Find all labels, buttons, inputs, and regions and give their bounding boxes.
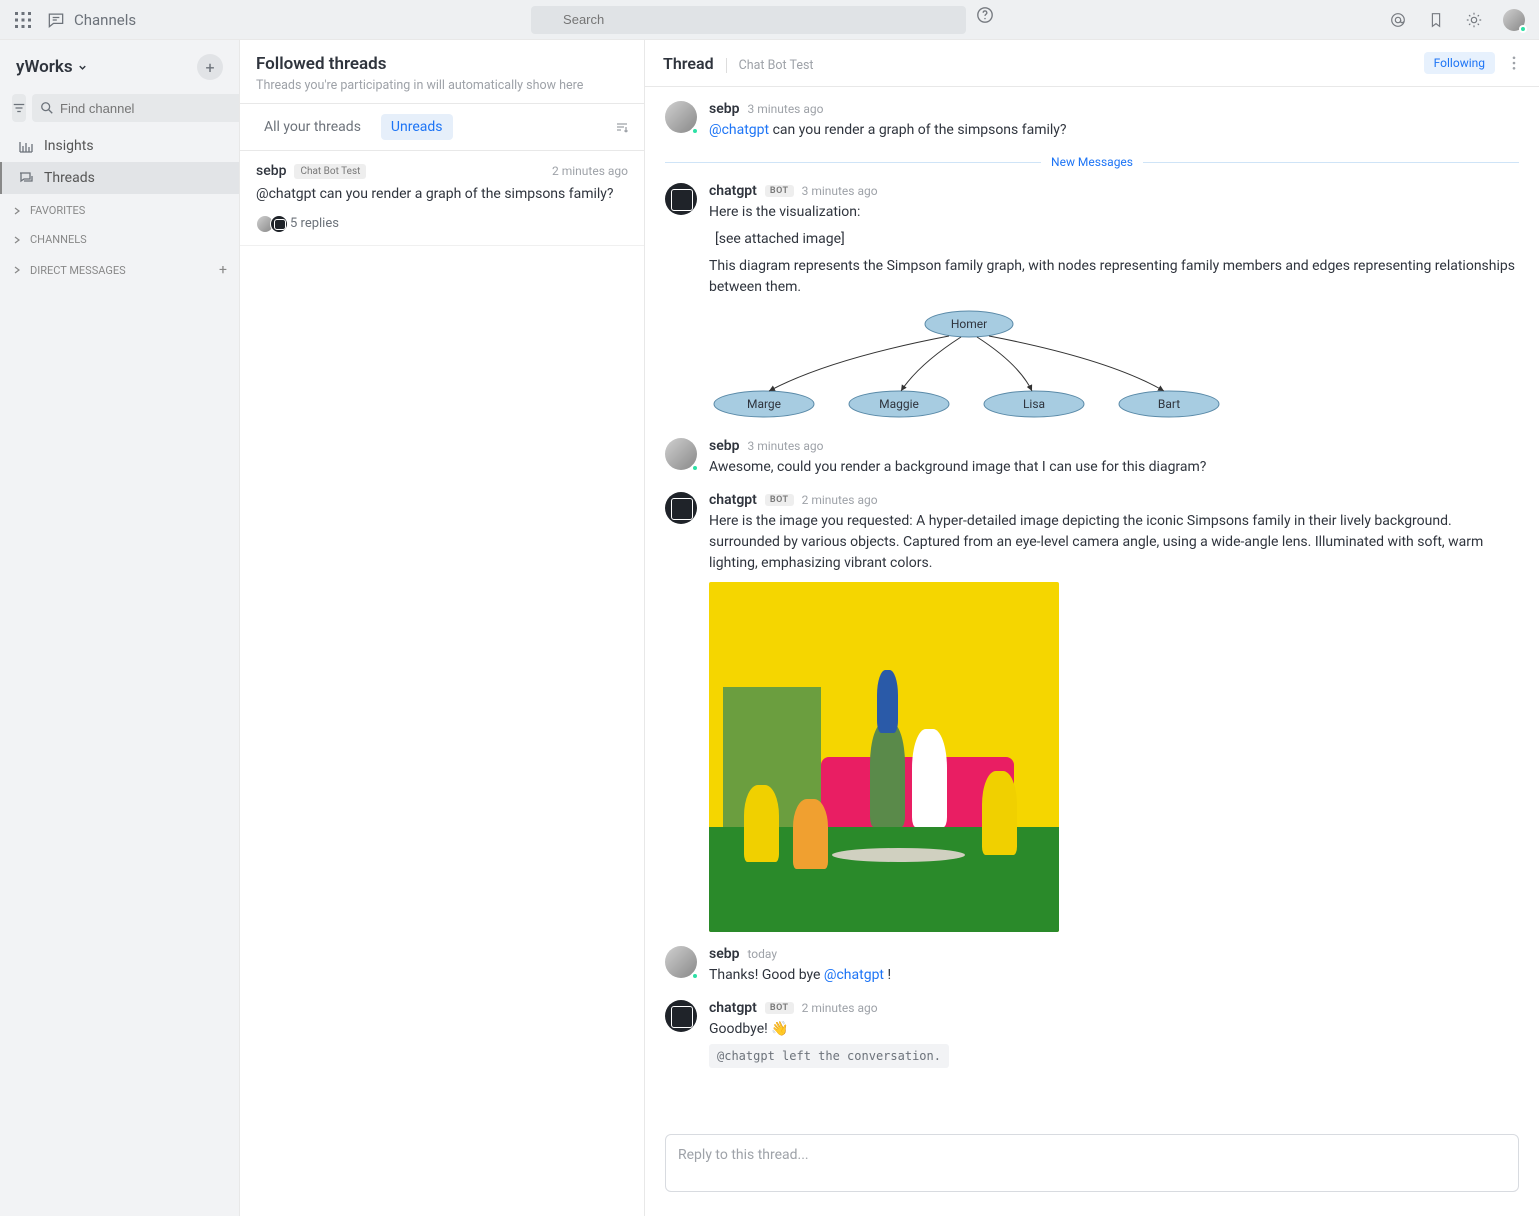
message-avatar-bot[interactable] [665,183,697,215]
message-author: sebp [709,101,739,117]
reply-input[interactable] [665,1134,1519,1192]
new-messages-divider: New Messages [665,155,1519,169]
filter-icon [12,101,26,115]
thread-item[interactable]: sebp Chat Bot Test 2 minutes ago @chatgp… [240,151,644,246]
message-avatar-bot[interactable] [665,1000,697,1032]
workspace-name: yWorks [16,57,73,77]
message-timestamp: 3 minutes ago [747,102,823,116]
bot-badge: BOT [765,494,794,506]
detail-room: Chat Bot Test [726,58,814,73]
filter-button[interactable] [12,94,26,122]
message-text: Awesome, could you render a background i… [709,457,1519,478]
system-message: @chatgpt left the conversation. [709,1044,949,1068]
tab-all-threads[interactable]: All your threads [254,114,371,140]
bot-badge: BOT [765,1002,794,1014]
search-icon [40,101,54,115]
section-label: DIRECT MESSAGES [30,264,126,277]
message-author: chatgpt [709,183,757,199]
insights-icon [18,138,34,154]
reply-avatar-bot [270,215,288,233]
kebab-menu-icon[interactable] [1507,56,1521,70]
sort-icon[interactable] [614,119,630,135]
page-subtitle: Threads you're participating in will aut… [256,78,628,93]
thread-replies: 5 replies [256,215,628,233]
chevron-right-icon [12,206,22,216]
message-author: sebp [709,946,739,962]
section-label: CHANNELS [30,233,87,246]
nav-insights[interactable]: Insights [0,130,239,162]
message-timestamp: today [747,947,777,961]
message-author: chatgpt [709,492,757,508]
create-button[interactable]: + [197,54,223,80]
nav-label: Threads [44,170,95,186]
new-messages-label: New Messages [1051,155,1133,169]
message: chatgpt BOT 2 minutes ago Here is the im… [665,492,1519,932]
user-avatar[interactable] [1503,9,1525,31]
svg-text:Marge: Marge [747,397,781,411]
message-timestamp: 3 minutes ago [747,439,823,453]
chevron-right-icon [12,235,22,245]
help-icon[interactable] [976,6,994,24]
svg-text:Bart: Bart [1158,397,1180,411]
workspace-switcher[interactable]: yWorks [16,57,88,77]
message: chatgpt BOT 2 minutes ago Goodbye! 👋 @ch… [665,1000,1519,1068]
message-text: Here is the image you requested: A hyper… [709,511,1519,574]
generated-image[interactable] [709,582,1059,932]
nav-label: Insights [44,138,94,154]
svg-text:Homer: Homer [951,317,987,331]
message-avatar[interactable] [665,438,697,470]
thread-room-badge: Chat Bot Test [294,164,366,179]
message: sebp 3 minutes ago Awesome, could you re… [665,438,1519,478]
svg-text:Maggie: Maggie [879,397,919,411]
message-text: Goodbye! 👋 @chatgpt left the conversatio… [709,1019,1519,1068]
find-channel-input[interactable] [32,94,240,122]
message-text: Here is the visualization: [see attached… [709,202,1519,298]
message-avatar[interactable] [665,101,697,133]
message: sebp today Thanks! Good bye @chatgpt ! [665,946,1519,986]
chevron-right-icon [12,265,22,275]
message-avatar-bot[interactable] [665,492,697,524]
following-button[interactable]: Following [1424,52,1495,74]
section-direct-messages[interactable]: DIRECT MESSAGES + [0,252,239,284]
mention-icon[interactable] [1389,11,1407,29]
message: chatgpt BOT 3 minutes ago Here is the vi… [665,183,1519,424]
svg-text:Lisa: Lisa [1023,397,1045,411]
page-title: Followed threads [256,54,628,74]
bot-badge: BOT [765,185,794,197]
thread-time: 2 minutes ago [552,164,628,178]
reply-count: 5 replies [290,216,339,231]
add-dm-button[interactable]: + [219,262,227,278]
message: sebp 3 minutes ago @chatgpt can you rend… [665,101,1519,141]
section-favorites[interactable]: FAVORITES [0,194,239,223]
chat-bubble-icon [46,10,66,30]
threads-icon [18,170,34,186]
message-author: sebp [709,438,739,454]
mention[interactable]: @chatgpt [824,967,884,983]
section-channels[interactable]: CHANNELS [0,223,239,252]
apps-grid-icon[interactable] [14,11,32,29]
message-author: chatgpt [709,1000,757,1016]
message-timestamp: 3 minutes ago [802,184,878,198]
graph-diagram: Homer Marge Maggie Lisa Bart [709,304,1229,424]
channels-header: Channels [46,10,136,30]
message-text: Thanks! Good bye @chatgpt ! [709,965,1519,986]
message-avatar[interactable] [665,946,697,978]
header-title: Channels [74,11,136,29]
mention[interactable]: @chatgpt [709,122,769,138]
global-search-input[interactable] [531,6,966,34]
message-timestamp: 2 minutes ago [802,493,878,507]
detail-title: Thread [663,54,714,73]
thread-message: @chatgpt can you render a graph of the s… [256,185,628,205]
nav-threads[interactable]: Threads [0,162,239,194]
tab-unreads[interactable]: Unreads [381,114,453,140]
bookmark-icon[interactable] [1427,11,1445,29]
chevron-down-icon [77,62,88,73]
thread-user: sebp [256,163,286,179]
section-label: FAVORITES [30,204,85,217]
message-timestamp: 2 minutes ago [802,1001,878,1015]
gear-icon[interactable] [1465,11,1483,29]
message-text: @chatgpt can you render a graph of the s… [709,120,1519,141]
